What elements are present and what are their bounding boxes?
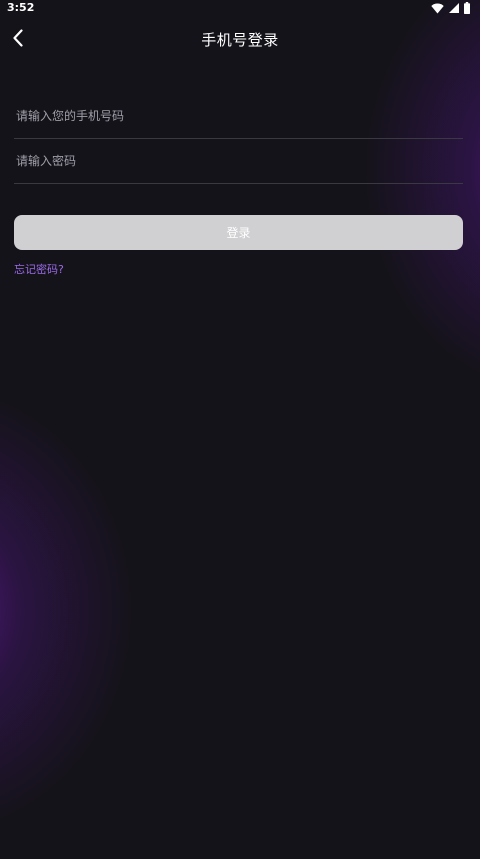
wifi-icon	[431, 3, 444, 14]
signal-icon	[449, 3, 459, 13]
forgot-password-link[interactable]: 忘记密码?	[14, 263, 64, 277]
nav-header: 手机号登录	[0, 22, 480, 58]
page-title: 手机号登录	[201, 31, 279, 49]
password-input[interactable]	[16, 151, 456, 171]
login-screen: 3:52 手机号登录 请输入您的手机号码 登录 忘记密码?	[0, 0, 480, 859]
status-icons	[431, 2, 470, 14]
phone-field	[14, 94, 463, 139]
status-bar: 3:52	[0, 0, 480, 16]
phone-input[interactable]	[16, 106, 456, 126]
login-button[interactable]: 登录	[14, 215, 463, 250]
battery-icon	[464, 2, 470, 14]
password-field	[14, 139, 463, 184]
status-time: 3:52	[7, 1, 35, 14]
